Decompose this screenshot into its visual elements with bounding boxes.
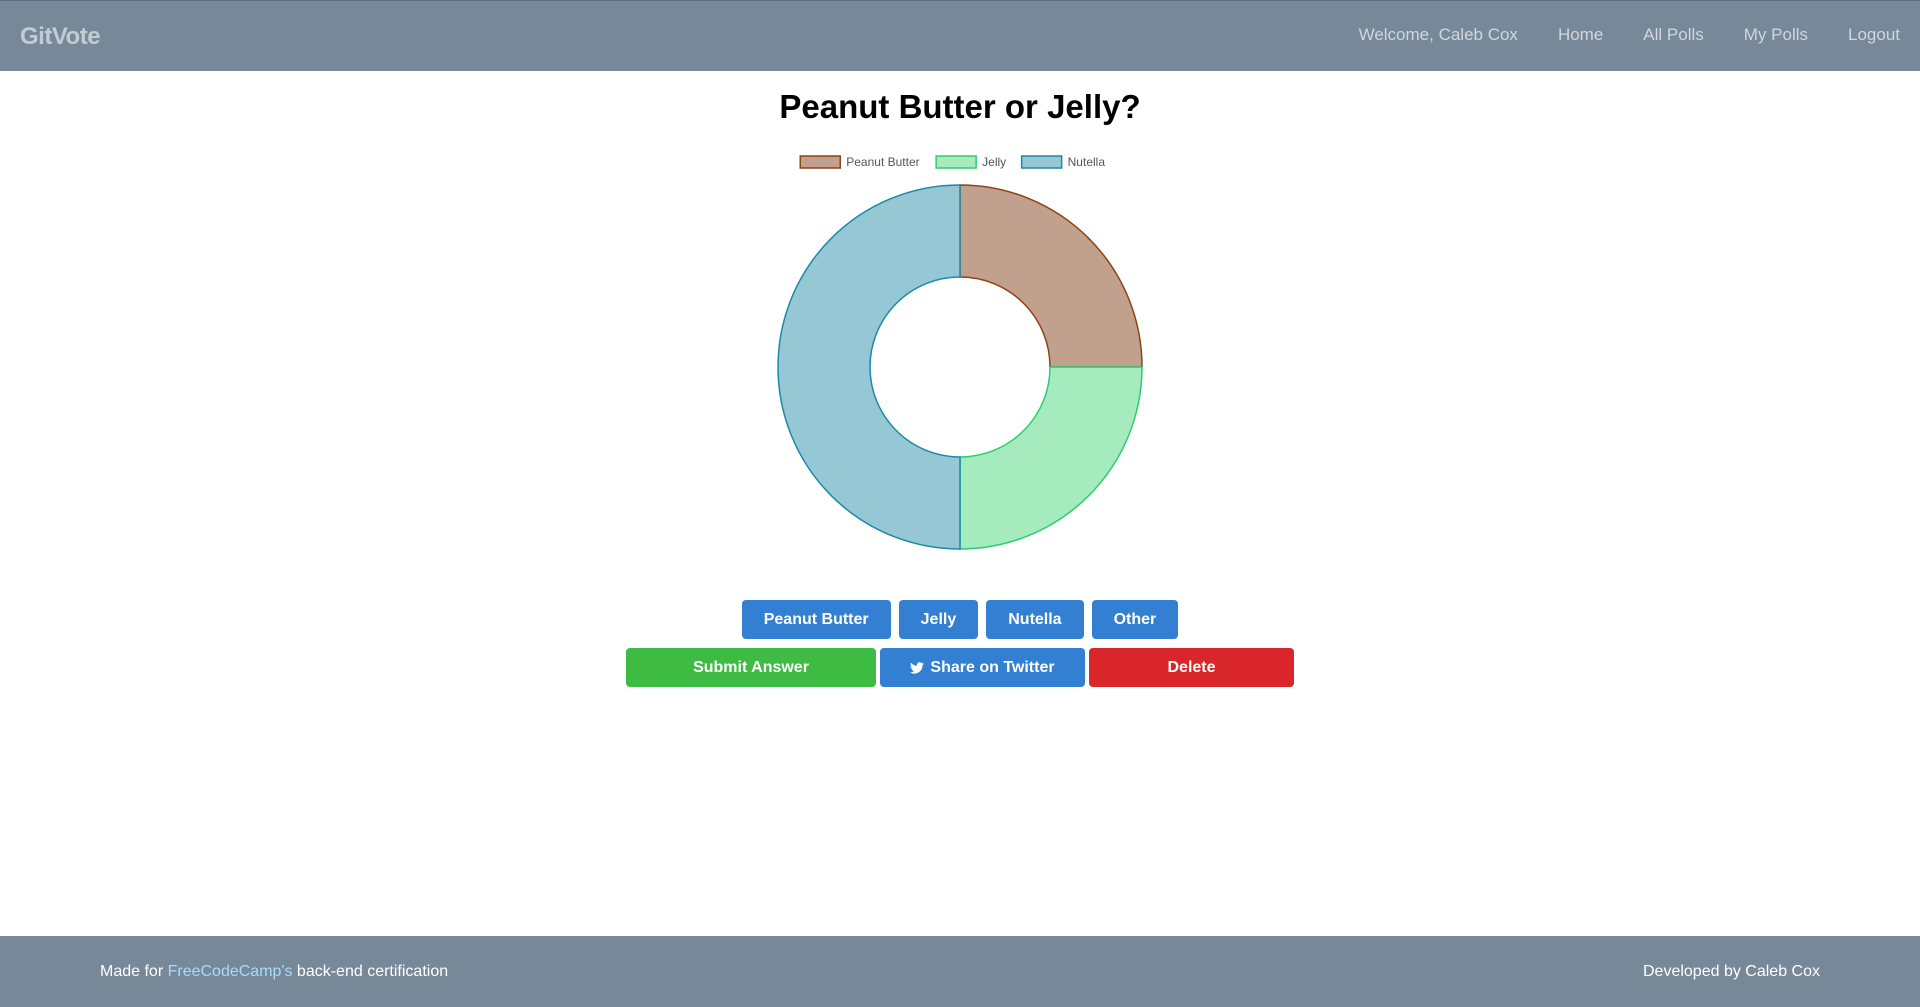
slice-peanut-butter[interactable] <box>959 184 1143 368</box>
footer-suffix: back-end certification <box>292 963 449 980</box>
footer-developer: Developed by Caleb Cox <box>1643 963 1820 980</box>
option-nutella-button[interactable]: Nutella <box>986 600 1084 639</box>
footer: Made for FreeCodeCamp's back-end certifi… <box>0 936 1920 1007</box>
legend-label-nutella[interactable]: Nutella <box>1068 155 1106 169</box>
legend-label-peanut-butter[interactable]: Peanut Butter <box>846 155 919 169</box>
delete-label: Delete <box>1167 658 1216 676</box>
nav-all-polls[interactable]: All Polls <box>1643 25 1703 45</box>
submit-answer-label: Submit Answer <box>693 658 809 676</box>
legend-swatch-nutella[interactable] <box>1020 155 1063 169</box>
nav-logout[interactable]: Logout <box>1848 25 1900 45</box>
option-other-button[interactable]: Other <box>1091 600 1179 639</box>
nav-my-polls[interactable]: My Polls <box>1744 25 1808 45</box>
twitter-icon <box>910 661 925 674</box>
navbar: GitVote Welcome, Caleb Cox Home All Poll… <box>0 0 1920 71</box>
nav-links: Welcome, Caleb Cox Home All Polls My Pol… <box>1319 25 1900 45</box>
poll-chart: Peanut Butter Jelly Nutella <box>0 150 1920 560</box>
poll-title: Peanut Butter or Jelly? <box>779 88 1141 125</box>
welcome-text: Welcome, Caleb Cox <box>1358 25 1518 44</box>
submit-answer-button[interactable]: Submit Answer <box>626 648 876 687</box>
legend-swatch-peanut-butter[interactable] <box>799 155 841 169</box>
nav-home[interactable]: Home <box>1558 25 1603 45</box>
delete-button[interactable]: Delete <box>1089 648 1294 687</box>
slice-nutella[interactable] <box>777 184 961 550</box>
option-buttons: Peanut Butter Jelly Nutella Other <box>0 600 1920 639</box>
share-twitter-label: Share on Twitter <box>930 658 1055 676</box>
legend-swatch-jelly[interactable] <box>935 155 977 169</box>
legend-label-jelly[interactable]: Jelly <box>982 155 1006 169</box>
action-buttons: Submit Answer Share on Twitter Delete <box>0 648 1920 687</box>
footer-credit: Made for FreeCodeCamp's back-end certifi… <box>100 963 448 981</box>
freecodecamp-link[interactable]: FreeCodeCamp's <box>168 963 293 980</box>
donut-chart: Peanut Butter Jelly Nutella <box>777 155 1143 550</box>
option-peanut-butter-button[interactable]: Peanut Butter <box>741 600 891 639</box>
footer-prefix: Made for <box>100 963 168 980</box>
brand-logo[interactable]: GitVote <box>20 23 101 51</box>
slice-jelly[interactable] <box>959 366 1143 550</box>
share-twitter-button[interactable]: Share on Twitter <box>880 648 1085 687</box>
option-jelly-button[interactable]: Jelly <box>898 600 979 639</box>
